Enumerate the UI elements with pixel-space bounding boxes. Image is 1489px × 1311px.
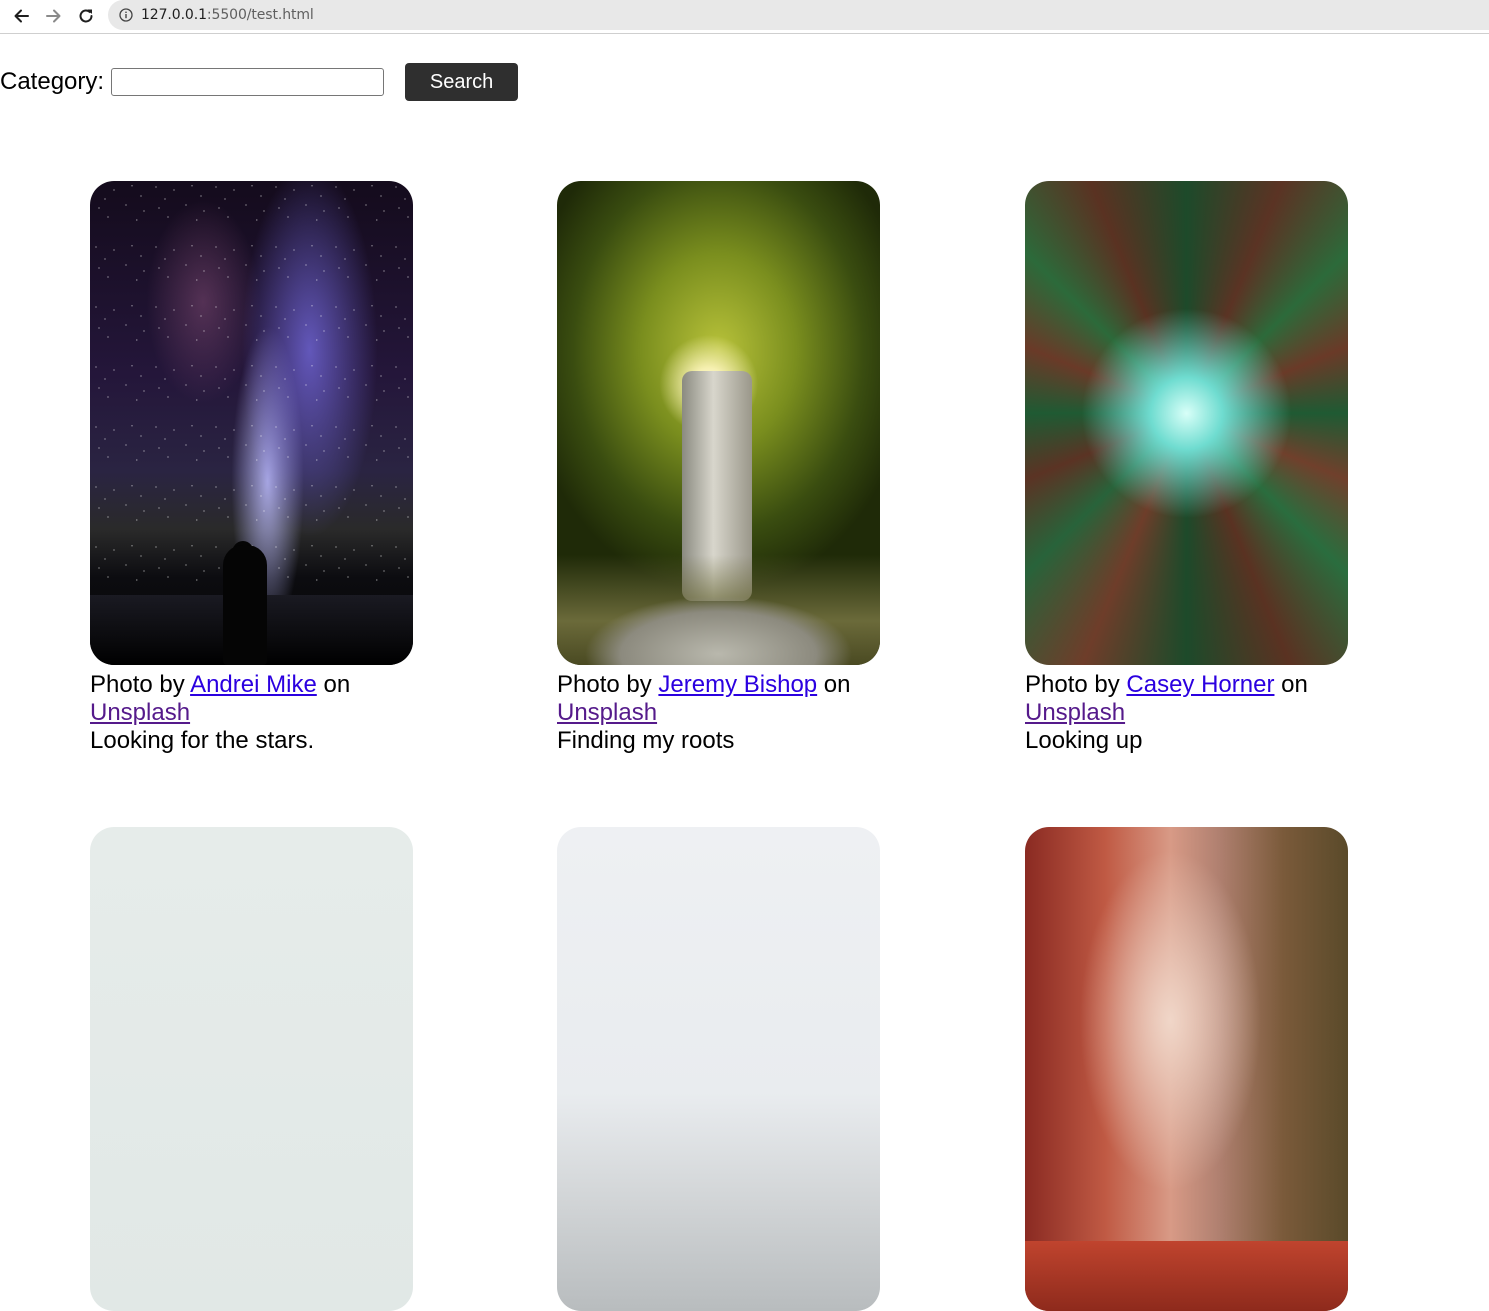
photo-card: Photo by Casey Horner on Unsplash Lookin… [1025,181,1355,755]
photo-misty-trees[interactable] [557,827,880,1311]
photo-caption: Finding my roots [557,727,735,754]
photo-card: Photo by Andrei Mike on Unsplash Looking… [90,181,420,755]
author-link[interactable]: Casey Horner [1126,671,1274,698]
photo-card: Photo by Jeremy Bishop on Unsplash Findi… [557,181,887,755]
photo-tree[interactable] [557,181,880,665]
photo-caption: Looking for the stars. [90,727,315,754]
photo-credit: Photo by Jeremy Bishop on Unsplash Findi… [557,671,851,754]
unsplash-link[interactable]: Unsplash [557,699,657,726]
photo-credit: Photo by Casey Horner on Unsplash Lookin… [1025,671,1308,754]
author-link[interactable]: Andrei Mike [190,671,317,698]
photo-caption: Looking up [1025,727,1143,754]
photo-redwoods[interactable] [1025,181,1348,665]
photo-autumn-forest[interactable] [1025,827,1348,1311]
photo-foggy-sky[interactable] [90,827,413,1311]
author-link[interactable]: Jeremy Bishop [658,671,817,698]
unsplash-link[interactable]: Unsplash [1025,699,1125,726]
photo-grid: Photo by Andrei Mike on Unsplash Looking… [0,0,1489,1311]
photo-night-sky[interactable] [90,181,413,665]
photo-credit: Photo by Andrei Mike on Unsplash Looking… [90,671,351,754]
photo-card [1025,827,1355,1311]
photo-card [90,827,420,1311]
photo-card [557,827,887,1311]
unsplash-link[interactable]: Unsplash [90,699,190,726]
